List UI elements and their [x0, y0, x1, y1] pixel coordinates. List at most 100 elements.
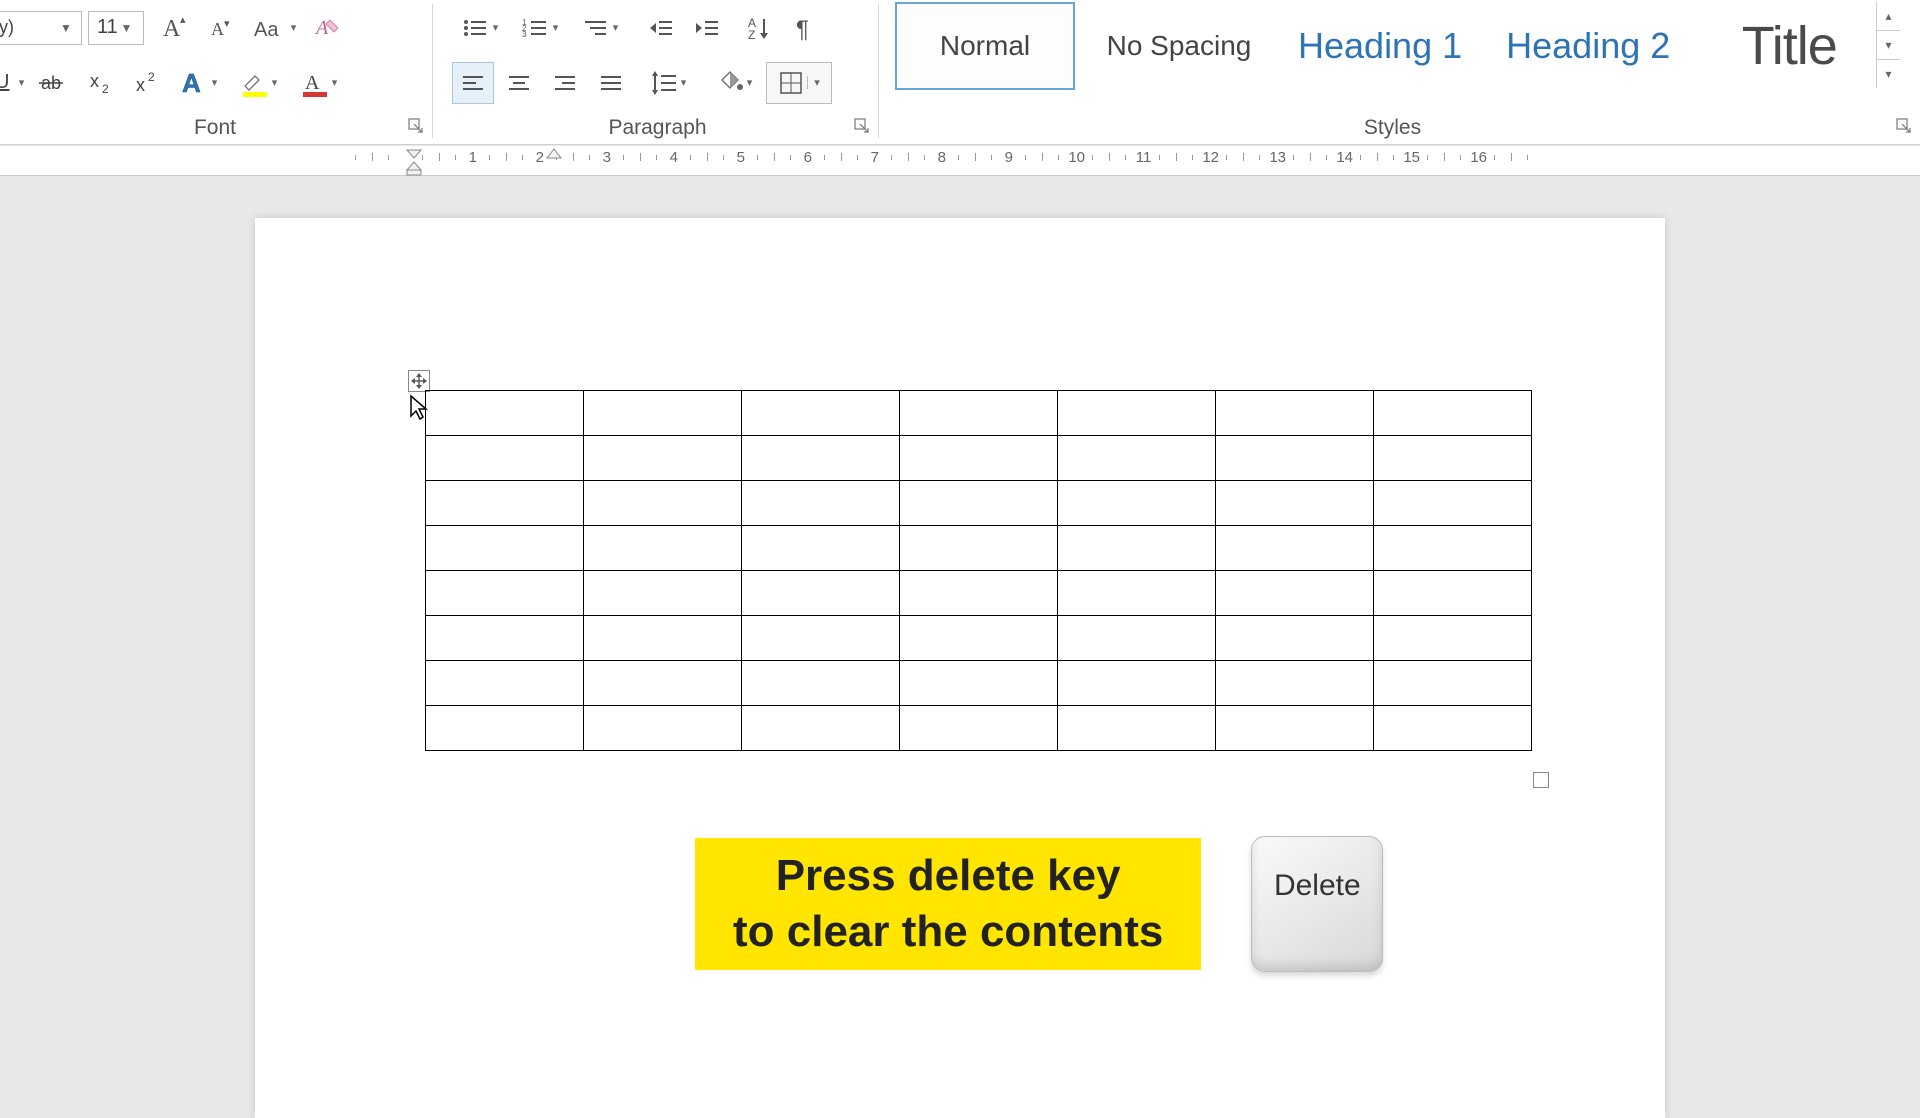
grow-font-button[interactable]: A▴ — [154, 7, 196, 49]
table-cell[interactable] — [900, 571, 1058, 616]
table-cell[interactable] — [1216, 571, 1374, 616]
styles-scroll[interactable]: ▴ ▾ ▾ — [1876, 2, 1900, 88]
table-cell[interactable] — [1216, 481, 1374, 526]
table-cell[interactable] — [1374, 436, 1532, 481]
table-cell[interactable] — [584, 526, 742, 571]
style-heading-1[interactable]: Heading 1 — [1283, 2, 1477, 90]
table-cell[interactable] — [900, 526, 1058, 571]
table-cell[interactable] — [584, 391, 742, 436]
borders-button[interactable]: ▾ — [766, 62, 832, 104]
table-cell[interactable] — [742, 391, 900, 436]
numbering-button[interactable]: 1 2 3 ▾ — [512, 7, 568, 49]
table-cell[interactable] — [1058, 706, 1216, 751]
table-cell[interactable] — [900, 481, 1058, 526]
align-right-button[interactable] — [544, 62, 586, 104]
table-cell[interactable] — [426, 661, 584, 706]
right-indent-marker[interactable] — [546, 146, 562, 165]
table-cell[interactable] — [1058, 616, 1216, 661]
table-move-handle-icon[interactable] — [408, 370, 430, 392]
table-cell[interactable] — [1374, 661, 1532, 706]
font-color-button[interactable]: A ▾ — [290, 62, 346, 104]
font-name-dropdown[interactable]: dy) ▼ — [0, 11, 82, 45]
subscript-button[interactable]: x2 — [78, 62, 120, 104]
increase-indent-button[interactable] — [686, 7, 728, 49]
table-cell[interactable] — [1058, 436, 1216, 481]
bullets-button[interactable]: ▾ — [452, 7, 508, 49]
table-cell[interactable] — [584, 571, 742, 616]
show-marks-button[interactable]: ¶ — [784, 7, 826, 49]
table-cell[interactable] — [742, 616, 900, 661]
table-cell[interactable] — [426, 481, 584, 526]
font-dialog-launcher[interactable] — [408, 118, 426, 136]
first-line-indent-marker[interactable] — [405, 146, 423, 181]
table-cell[interactable] — [584, 616, 742, 661]
clear-formatting-button[interactable]: A — [306, 7, 348, 49]
table-cell[interactable] — [426, 706, 584, 751]
table-cell[interactable] — [1216, 661, 1374, 706]
highlight-color-button[interactable]: ▾ — [230, 62, 286, 104]
table-cell[interactable] — [426, 616, 584, 661]
strikethrough-button[interactable]: ab — [32, 62, 74, 104]
superscript-button[interactable]: x2 — [124, 62, 166, 104]
justify-button[interactable] — [590, 62, 632, 104]
table-cell[interactable] — [900, 436, 1058, 481]
sort-button[interactable]: A Z — [738, 7, 780, 49]
scroll-down-icon[interactable]: ▾ — [1877, 31, 1900, 60]
scroll-up-icon[interactable]: ▴ — [1877, 2, 1900, 31]
table-cell[interactable] — [1216, 706, 1374, 751]
table-cell[interactable] — [1216, 526, 1374, 571]
decrease-indent-button[interactable] — [640, 7, 682, 49]
table-cell[interactable] — [1374, 571, 1532, 616]
table-cell[interactable] — [1374, 706, 1532, 751]
table-cell[interactable] — [1374, 391, 1532, 436]
table-cell[interactable] — [584, 436, 742, 481]
table-cell[interactable] — [742, 661, 900, 706]
style-title[interactable]: Title — [1699, 2, 1879, 90]
style-heading-2[interactable]: Heading 2 — [1491, 2, 1685, 90]
table-cell[interactable] — [584, 481, 742, 526]
horizontal-ruler[interactable]: 12345678910111213141516 — [0, 146, 1920, 176]
table-cell[interactable] — [1058, 571, 1216, 616]
table-cell[interactable] — [426, 571, 584, 616]
align-center-button[interactable] — [498, 62, 540, 104]
shading-button[interactable]: ▾ — [706, 62, 762, 104]
table-cell[interactable] — [742, 706, 900, 751]
table-cell[interactable] — [900, 706, 1058, 751]
table-cell[interactable] — [900, 391, 1058, 436]
table-cell[interactable] — [742, 436, 900, 481]
multilevel-list-button[interactable]: ▾ — [572, 7, 628, 49]
table-cell[interactable] — [426, 436, 584, 481]
text-effects-button[interactable]: A ▾ — [170, 62, 226, 104]
scroll-more-icon[interactable]: ▾ — [1877, 60, 1900, 88]
styles-dialog-launcher[interactable] — [1896, 118, 1914, 136]
table-cell[interactable] — [742, 526, 900, 571]
paragraph-dialog-launcher[interactable] — [854, 118, 872, 136]
line-spacing-button[interactable]: ▾ — [640, 62, 696, 104]
table-cell[interactable] — [426, 391, 584, 436]
shrink-font-button[interactable]: A▾ — [200, 7, 242, 49]
underline-button[interactable]: U ▾ — [0, 62, 28, 104]
table-cell[interactable] — [1216, 436, 1374, 481]
table-cell[interactable] — [584, 706, 742, 751]
align-left-button[interactable] — [452, 62, 494, 104]
font-size-dropdown[interactable]: 11 ▼ — [88, 11, 144, 45]
style-no-spacing[interactable]: No Spacing — [1089, 2, 1269, 90]
change-case-button[interactable]: Aa ▾ — [246, 7, 302, 49]
table-cell[interactable] — [1216, 616, 1374, 661]
table-resize-handle[interactable] — [1533, 772, 1549, 788]
table-cell[interactable] — [1058, 391, 1216, 436]
table-cell[interactable] — [1058, 661, 1216, 706]
table-cell[interactable] — [742, 481, 900, 526]
table-cell[interactable] — [1058, 481, 1216, 526]
table-cell[interactable] — [1058, 526, 1216, 571]
document-page[interactable]: Press delete key to clear the contents D… — [255, 218, 1665, 1118]
table-cell[interactable] — [900, 661, 1058, 706]
table-cell[interactable] — [742, 571, 900, 616]
table-cell[interactable] — [1216, 391, 1374, 436]
table-cell[interactable] — [1374, 616, 1532, 661]
document-table[interactable] — [425, 390, 1532, 751]
table-cell[interactable] — [900, 616, 1058, 661]
table-cell[interactable] — [426, 526, 584, 571]
style-normal[interactable]: Normal — [895, 2, 1075, 90]
table-cell[interactable] — [1374, 481, 1532, 526]
